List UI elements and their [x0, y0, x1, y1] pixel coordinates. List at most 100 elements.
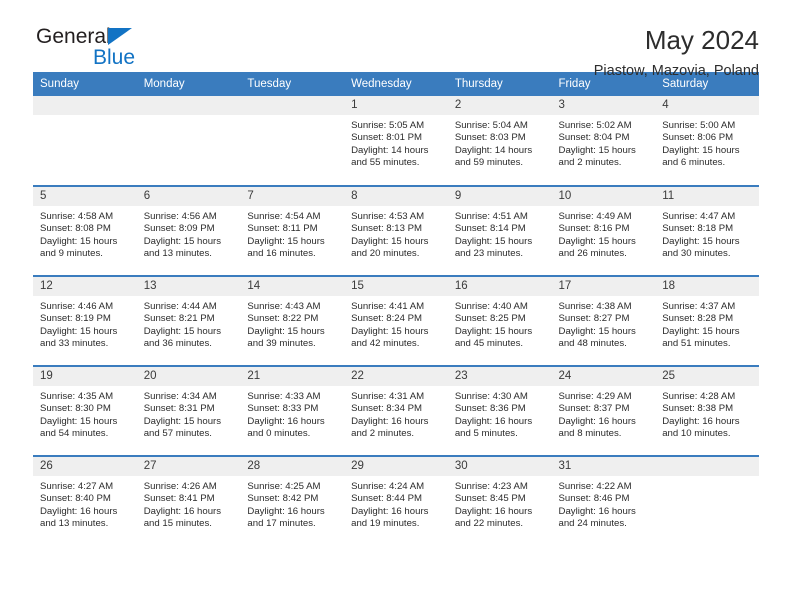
- day-sunrise-text: Sunrise: 4:33 AM: [247, 391, 321, 402]
- calendar-day-cell[interactable]: 22 Sunrise: 4:31 AM Sunset: 8:34 PM Dayligh…: [344, 366, 448, 456]
- calendar-day-cell[interactable]: 31 Sunrise: 4:22 AM Sunset: 8:46 PM Dayligh…: [551, 456, 656, 546]
- day-number: 5: [33, 187, 137, 206]
- day-sunset-text: Sunset: 8:24 PM: [351, 313, 423, 325]
- day-daylight2-text: and 45 minutes.: [454, 338, 524, 350]
- day-sunrise-text: Sunrise: 4:22 AM: [558, 481, 632, 492]
- day-sun-info: Sunrise: 4:51 AM Sunset: 8:14 PM Daylight:…: [448, 206, 552, 261]
- calendar-page: General Blue May 2024 Piastow, Mazovia, …: [0, 0, 792, 612]
- calendar-week-row: 1 Sunrise: 5:05 AM Sunset: 8:01 PM Daylight…: [33, 96, 759, 186]
- day-daylight2-text: and 55 minutes.: [351, 157, 420, 169]
- calendar-day-cell[interactable]: 15 Sunrise: 4:41 AM Sunset: 8:24 PM Dayligh…: [344, 276, 448, 366]
- day-sun-info: Sunrise: 4:56 AM Sunset: 8:09 PM Daylight:…: [137, 206, 241, 261]
- day-sun-info: Sunrise: 4:26 AM Sunset: 8:41 PM Daylight:…: [137, 476, 241, 531]
- day-daylight1-text: Daylight: 15 hours: [662, 144, 740, 156]
- calendar-day-cell[interactable]: 8 Sunrise: 4:53 AM Sunset: 8:13 PM Daylight…: [344, 186, 448, 276]
- calendar-day-cell[interactable]: 26 Sunrise: 4:27 AM Sunset: 8:40 PM Dayligh…: [33, 456, 137, 546]
- calendar-day-cell[interactable]: 23 Sunrise: 4:30 AM Sunset: 8:36 PM Dayligh…: [447, 366, 552, 456]
- calendar-day-cell[interactable]: 12 Sunrise: 4:46 AM Sunset: 8:19 PM Dayligh…: [33, 276, 137, 366]
- day-sun-info: [240, 115, 345, 120]
- day-sunset-text: Sunset: 8:03 PM: [454, 132, 526, 144]
- day-daylight1-text: Daylight: 15 hours: [40, 325, 118, 337]
- day-daylight2-text: and 30 minutes.: [662, 248, 731, 260]
- calendar-day-cell[interactable]: 1 Sunrise: 5:05 AM Sunset: 8:01 PM Daylight…: [344, 96, 448, 186]
- day-sunrise-text: Sunrise: 4:27 AM: [40, 481, 114, 492]
- day-daylight2-text: and 48 minutes.: [558, 338, 627, 350]
- calendar-day-cell[interactable]: 19 Sunrise: 4:35 AM Sunset: 8:30 PM Dayligh…: [33, 366, 137, 456]
- day-sun-info: Sunrise: 4:25 AM Sunset: 8:42 PM Daylight:…: [240, 476, 344, 531]
- calendar-day-cell[interactable]: 28 Sunrise: 4:25 AM Sunset: 8:42 PM Dayligh…: [240, 456, 345, 546]
- day-sunset-text: Sunset: 8:46 PM: [558, 493, 630, 505]
- day-daylight2-text: and 0 minutes.: [247, 428, 311, 440]
- logo-text-general: General: [36, 25, 111, 48]
- day-sunset-text: Sunset: 8:13 PM: [351, 223, 423, 235]
- day-sunrise-text: Sunrise: 4:26 AM: [143, 481, 217, 492]
- calendar-day-cell[interactable]: 2 Sunrise: 5:04 AM Sunset: 8:03 PM Daylight…: [447, 96, 552, 186]
- day-sun-info: Sunrise: 4:27 AM Sunset: 8:40 PM Daylight:…: [33, 476, 137, 531]
- calendar-day-cell[interactable]: 27 Sunrise: 4:26 AM Sunset: 8:41 PM Dayligh…: [136, 456, 241, 546]
- day-daylight2-text: and 5 minutes.: [454, 428, 518, 440]
- day-daylight1-text: Daylight: 15 hours: [558, 325, 636, 337]
- day-daylight2-text: and 42 minutes.: [351, 338, 420, 350]
- day-sunrise-text: Sunrise: 4:37 AM: [662, 301, 736, 312]
- day-number: 31: [551, 457, 656, 476]
- day-sun-info: Sunrise: 4:29 AM Sunset: 8:37 PM Daylight:…: [552, 386, 656, 441]
- day-daylight1-text: Daylight: 15 hours: [143, 325, 222, 337]
- day-sunrise-text: Sunrise: 4:24 AM: [351, 481, 425, 492]
- day-number: 12: [33, 277, 137, 296]
- day-sun-info: Sunrise: 4:58 AM Sunset: 8:08 PM Daylight:…: [33, 206, 137, 261]
- day-sun-info: Sunrise: 4:43 AM Sunset: 8:22 PM Daylight:…: [240, 296, 344, 351]
- day-number: [655, 457, 759, 476]
- calendar-day-cell[interactable]: 13 Sunrise: 4:44 AM Sunset: 8:21 PM Dayligh…: [136, 276, 241, 366]
- day-daylight2-text: and 54 minutes.: [40, 428, 109, 440]
- day-number: 1: [344, 96, 448, 115]
- day-sunrise-text: Sunrise: 4:35 AM: [40, 391, 114, 402]
- calendar-day-cell[interactable]: 20 Sunrise: 4:34 AM Sunset: 8:31 PM Dayligh…: [136, 366, 241, 456]
- day-sun-info: Sunrise: 4:24 AM Sunset: 8:44 PM Daylight:…: [344, 476, 448, 531]
- calendar-table: Sunday Monday Tuesday Wednesday Thursday…: [33, 72, 759, 546]
- day-sunset-text: Sunset: 8:06 PM: [662, 132, 734, 144]
- day-daylight1-text: Daylight: 16 hours: [351, 505, 429, 517]
- day-daylight2-text: and 36 minutes.: [143, 338, 212, 350]
- day-number: 14: [240, 277, 345, 296]
- calendar-day-cell[interactable]: 10 Sunrise: 4:49 AM Sunset: 8:16 PM Dayligh…: [551, 186, 656, 276]
- day-sun-info: Sunrise: 5:04 AM Sunset: 8:03 PM Daylight:…: [448, 115, 552, 170]
- calendar-day-cell[interactable]: 4 Sunrise: 5:00 AM Sunset: 8:06 PM Daylight…: [655, 96, 759, 186]
- calendar-day-cell[interactable]: 14 Sunrise: 4:43 AM Sunset: 8:22 PM Dayligh…: [240, 276, 345, 366]
- calendar-day-cell[interactable]: 7 Sunrise: 4:54 AM Sunset: 8:11 PM Daylight…: [240, 186, 345, 276]
- calendar-day-cell[interactable]: 25 Sunrise: 4:28 AM Sunset: 8:38 PM Dayligh…: [655, 366, 759, 456]
- page-title: May 2024: [644, 25, 759, 55]
- day-daylight1-text: Daylight: 15 hours: [351, 235, 429, 247]
- day-daylight1-text: Daylight: 16 hours: [558, 505, 636, 517]
- calendar-day-cell[interactable]: 9 Sunrise: 4:51 AM Sunset: 8:14 PM Daylight…: [447, 186, 552, 276]
- calendar-day-cell[interactable]: 30 Sunrise: 4:23 AM Sunset: 8:45 PM Dayligh…: [447, 456, 552, 546]
- day-daylight1-text: Daylight: 15 hours: [662, 235, 740, 247]
- weekday-header-sunday: Sunday: [33, 72, 137, 96]
- day-sunrise-text: Sunrise: 5:04 AM: [454, 120, 528, 131]
- day-sun-info: Sunrise: 4:38 AM Sunset: 8:27 PM Daylight:…: [552, 296, 656, 351]
- day-daylight1-text: Daylight: 15 hours: [143, 415, 222, 427]
- day-daylight2-text: and 17 minutes.: [247, 518, 316, 530]
- day-sun-info: [33, 115, 137, 120]
- day-sunset-text: Sunset: 8:16 PM: [558, 223, 630, 235]
- calendar-week-row: 19 Sunrise: 4:35 AM Sunset: 8:30 PM Dayligh…: [33, 366, 759, 456]
- calendar-day-cell[interactable]: 11 Sunrise: 4:47 AM Sunset: 8:18 PM Dayligh…: [655, 186, 759, 276]
- day-number: 16: [447, 277, 552, 296]
- calendar-day-cell[interactable]: 21 Sunrise: 4:33 AM Sunset: 8:33 PM Dayligh…: [240, 366, 345, 456]
- calendar-empty-cell: [136, 96, 241, 186]
- calendar-day-cell[interactable]: 17 Sunrise: 4:38 AM Sunset: 8:27 PM Dayligh…: [551, 276, 656, 366]
- calendar-day-cell[interactable]: 24 Sunrise: 4:29 AM Sunset: 8:37 PM Dayligh…: [551, 366, 656, 456]
- day-daylight1-text: Daylight: 15 hours: [558, 144, 636, 156]
- calendar-day-cell[interactable]: 18 Sunrise: 4:37 AM Sunset: 8:28 PM Dayligh…: [655, 276, 759, 366]
- calendar-day-cell[interactable]: 5 Sunrise: 4:58 AM Sunset: 8:08 PM Daylight…: [33, 186, 137, 276]
- day-daylight1-text: Daylight: 16 hours: [247, 505, 325, 517]
- day-sunset-text: Sunset: 8:45 PM: [454, 493, 526, 505]
- day-number: 4: [655, 96, 759, 115]
- calendar-day-cell[interactable]: 29 Sunrise: 4:24 AM Sunset: 8:44 PM Dayligh…: [344, 456, 448, 546]
- calendar-day-cell[interactable]: 3 Sunrise: 5:02 AM Sunset: 8:04 PM Daylight…: [551, 96, 656, 186]
- calendar-day-cell[interactable]: 16 Sunrise: 4:40 AM Sunset: 8:25 PM Dayligh…: [447, 276, 552, 366]
- day-sunrise-text: Sunrise: 4:40 AM: [454, 301, 528, 312]
- day-daylight2-text: and 10 minutes.: [662, 428, 731, 440]
- day-sunrise-text: Sunrise: 4:31 AM: [351, 391, 425, 402]
- calendar-day-cell[interactable]: 6 Sunrise: 4:56 AM Sunset: 8:09 PM Daylight…: [136, 186, 241, 276]
- calendar-week-row: 12 Sunrise: 4:46 AM Sunset: 8:19 PM Dayligh…: [33, 276, 759, 366]
